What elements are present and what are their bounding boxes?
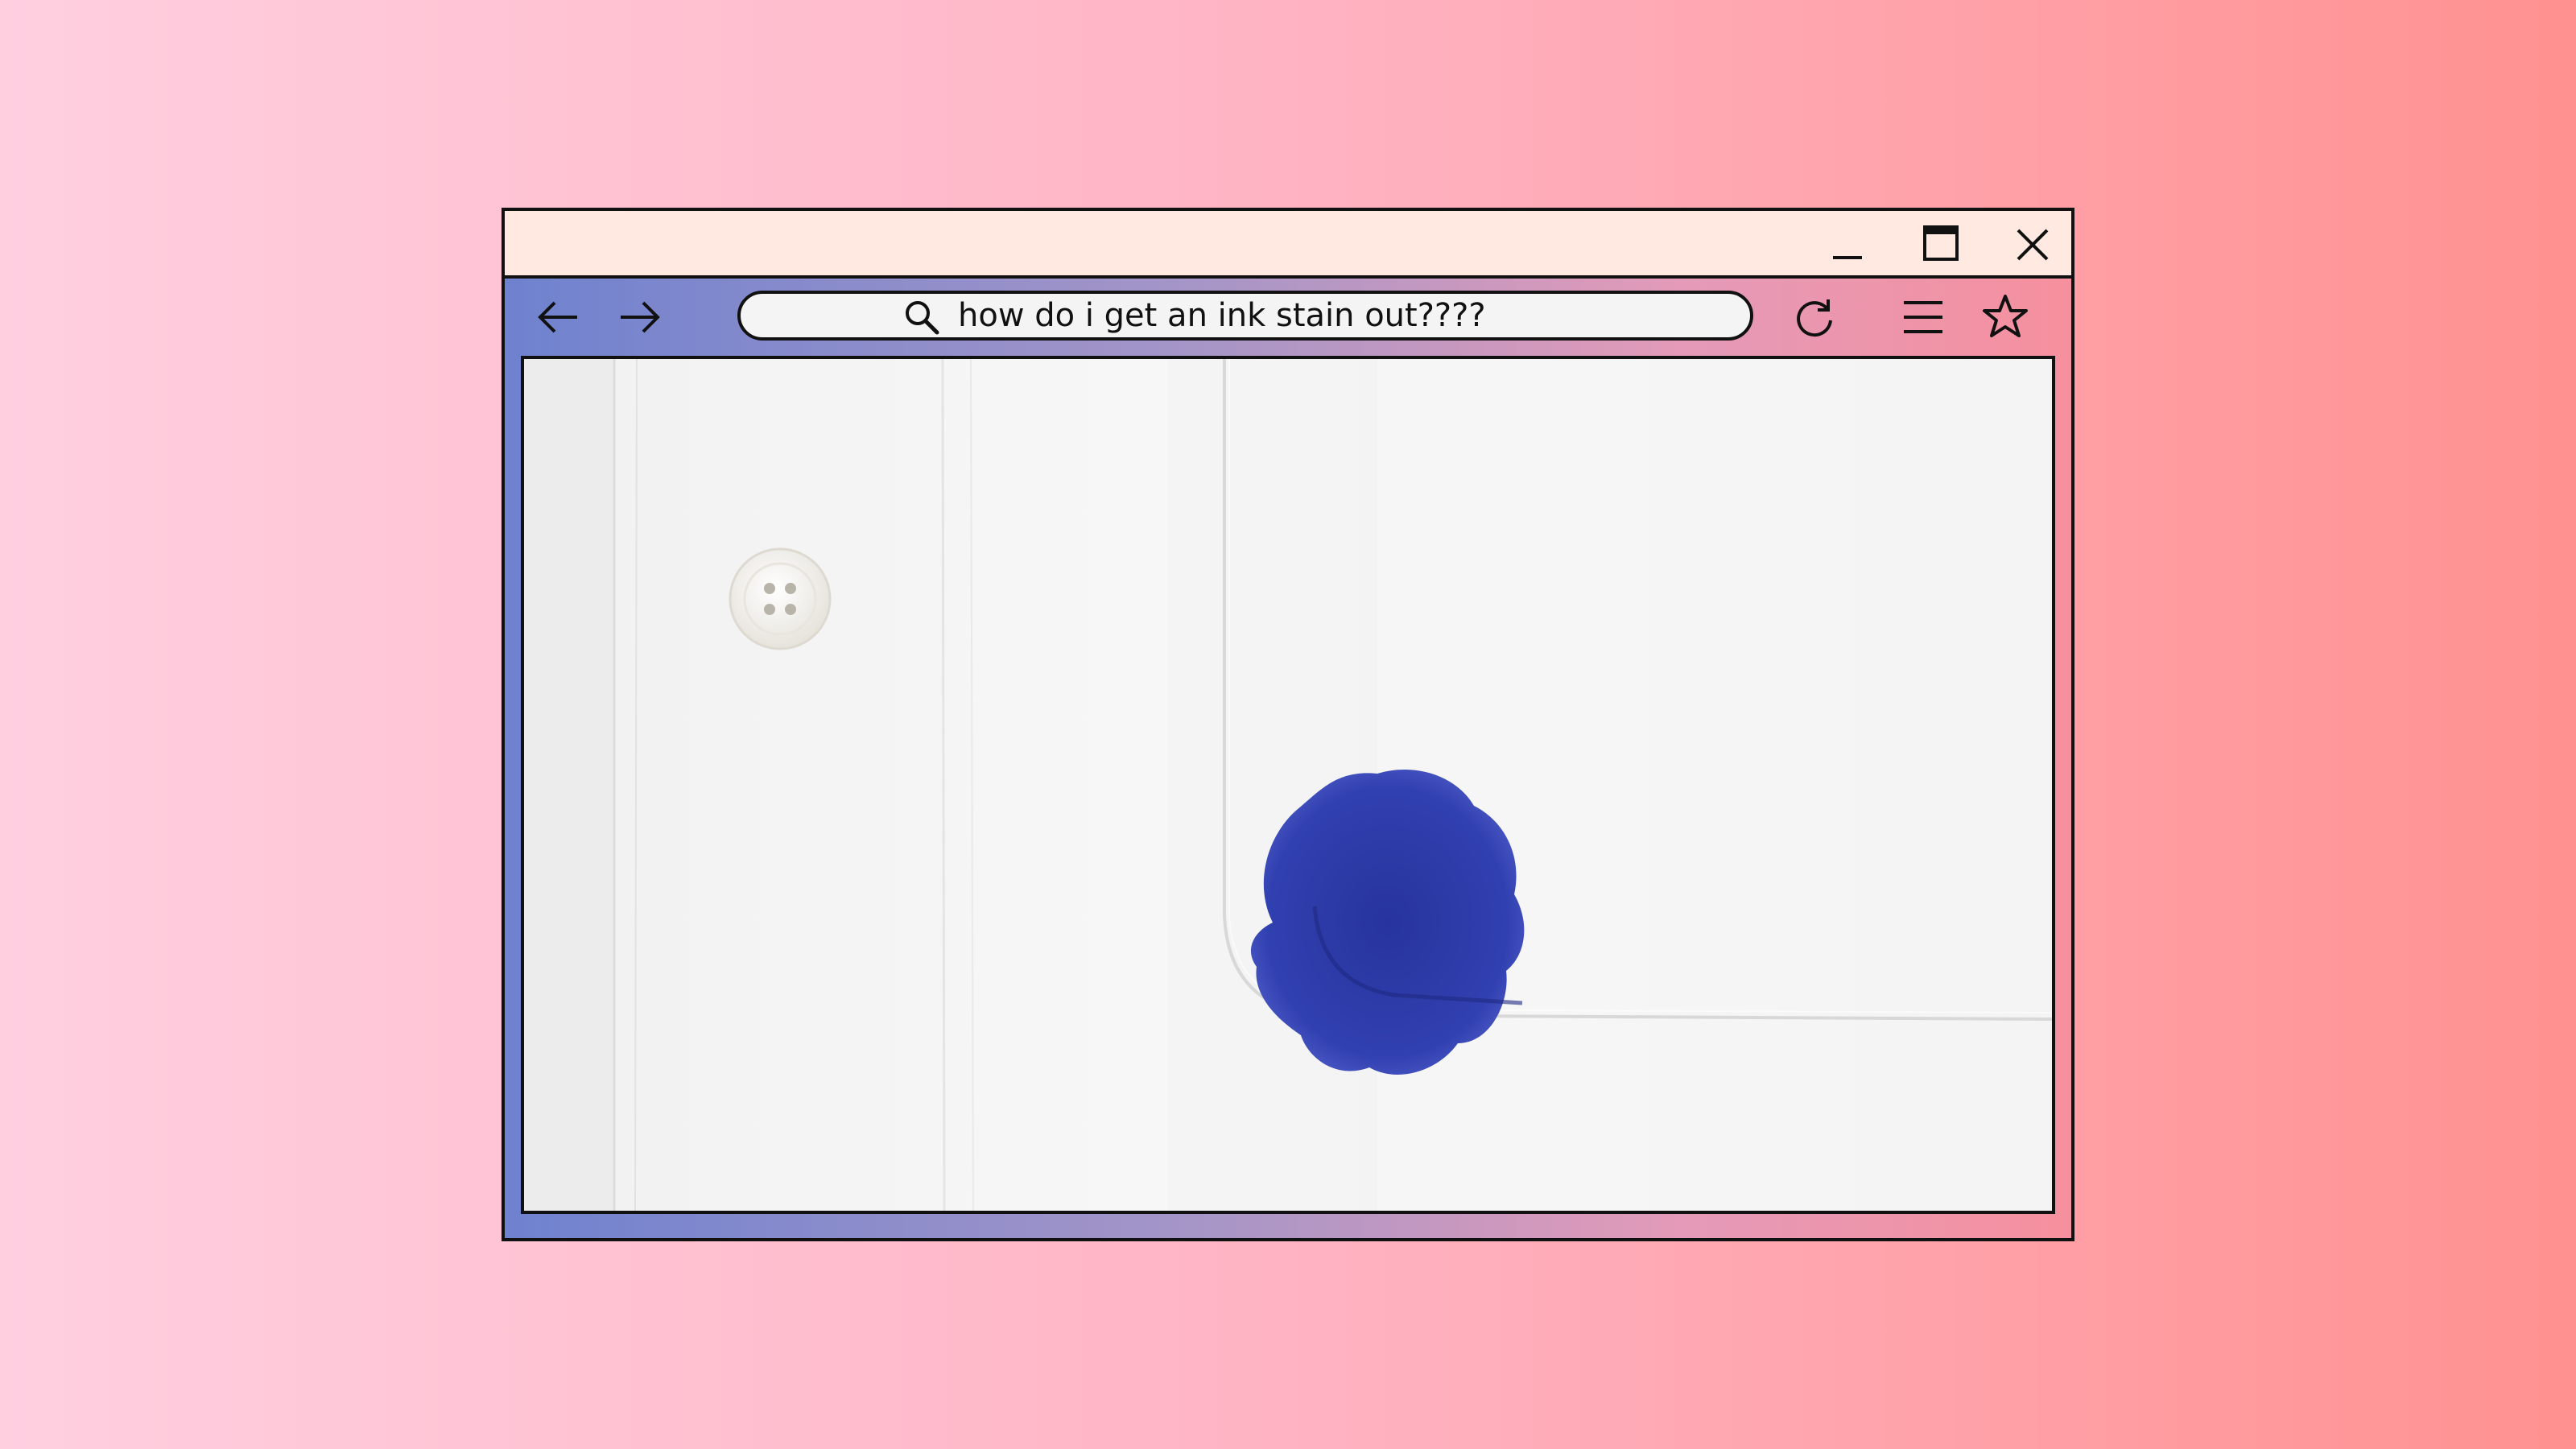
back-arrow-icon[interactable] [534,293,582,341]
hamburger-menu-icon[interactable] [1899,293,1947,341]
minimize-icon[interactable] [1825,222,1870,267]
title-bar [505,211,2071,279]
forward-arrow-icon[interactable] [616,293,664,341]
browser-window: how do i get an ink stain out???? [502,208,2074,1241]
bookmark-star-icon[interactable] [1981,293,2029,341]
shirt-ink-stain-photo [524,359,2052,1211]
page-content [521,356,2055,1214]
search-icon [902,297,942,337]
refresh-icon[interactable] [1790,293,1839,341]
address-input[interactable]: how do i get an ink stain out???? [958,294,1702,337]
close-icon[interactable] [2010,222,2055,267]
address-bar[interactable]: how do i get an ink stain out???? [737,291,1753,341]
browser-toolbar: how do i get an ink stain out???? [505,279,2071,354]
maximize-icon[interactable] [1918,222,1963,267]
